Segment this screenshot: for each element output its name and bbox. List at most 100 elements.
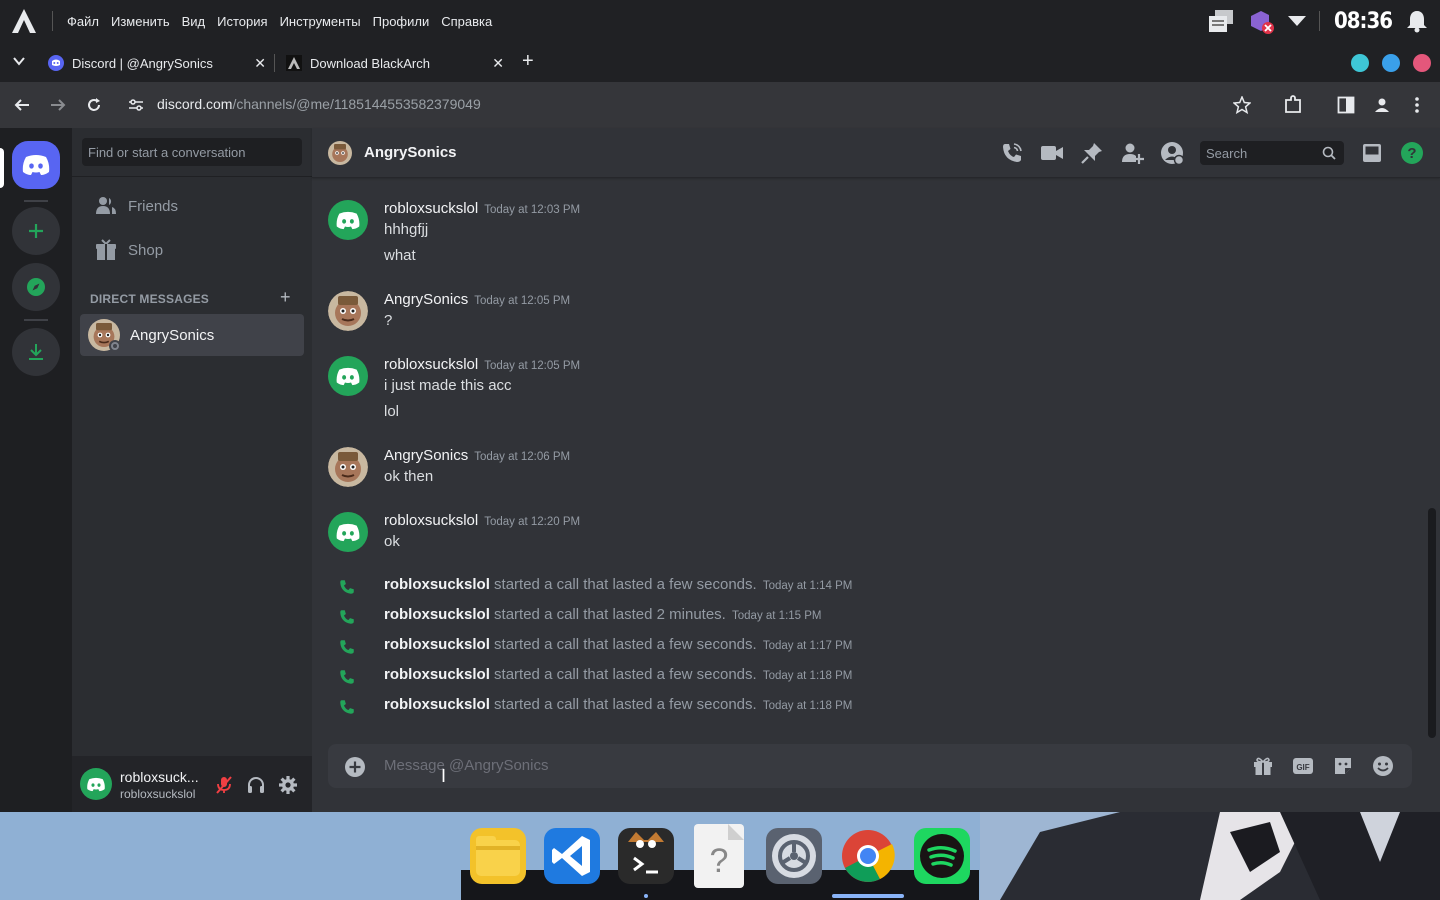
message-author[interactable]: robloxsuckslol <box>384 512 478 529</box>
browser-menu-kebab-icon[interactable] <box>1414 96 1420 114</box>
reload-icon[interactable] <box>86 97 102 113</box>
chat-scrollbar[interactable] <box>1428 508 1436 738</box>
visual-studio-tray-icon[interactable] <box>1247 7 1275 35</box>
call-text: started a call that lasted a few seconds… <box>494 696 757 713</box>
tab-discord[interactable]: Discord | @AngrySonics ✕ <box>40 46 272 80</box>
notifications-bell-icon[interactable] <box>1406 9 1428 33</box>
avatar[interactable] <box>328 512 368 552</box>
mute-mic-icon[interactable] <box>214 775 234 795</box>
menu-help[interactable]: Справка <box>435 14 498 29</box>
url-field[interactable]: discord.com/channels/@me/118514455358237… <box>157 96 481 112</box>
extensions-puzzle-icon[interactable] <box>1283 95 1303 115</box>
dropdown-arrow-icon[interactable] <box>1287 15 1307 27</box>
headphones-icon[interactable] <box>246 775 266 795</box>
new-tab-plus-icon[interactable]: + <box>522 50 534 73</box>
plus-icon <box>29 224 43 238</box>
gift-icon[interactable] <box>1252 755 1274 777</box>
user-settings-gear-icon[interactable] <box>278 775 298 795</box>
clipboard-icon[interactable] <box>1207 8 1235 34</box>
message-text: hhhgfjj <box>384 221 429 238</box>
avatar[interactable] <box>328 200 368 240</box>
message-author[interactable]: AngrySonics <box>384 291 468 308</box>
message-input[interactable]: Message @AngrySonics <box>384 757 548 774</box>
phone-call-icon <box>338 698 356 716</box>
unknown-app-icon[interactable]: ? <box>694 824 744 888</box>
discord-logo-icon <box>336 211 360 229</box>
create-dm-plus-icon[interactable]: + <box>280 287 291 308</box>
add-server-button[interactable] <box>12 207 60 255</box>
spotify-app-icon[interactable] <box>914 828 970 884</box>
start-voice-call-icon[interactable] <box>1000 141 1024 165</box>
message-author[interactable]: robloxsuckslol <box>384 356 478 373</box>
avatar[interactable] <box>328 447 368 487</box>
menu-file[interactable]: Файл <box>61 14 105 29</box>
tab-blackarch[interactable]: Download BlackArch ✕ <box>278 46 510 80</box>
menu-history[interactable]: История <box>211 14 273 29</box>
chrome-app-icon[interactable] <box>840 828 896 884</box>
side-panel-icon[interactable] <box>1337 96 1355 114</box>
close-tab-icon[interactable]: ✕ <box>254 55 266 72</box>
nav-friends[interactable]: Friends <box>80 185 304 227</box>
back-arrow-icon[interactable] <box>14 97 30 113</box>
sticker-icon[interactable] <box>1332 755 1354 777</box>
avatar[interactable] <box>328 291 368 331</box>
start-video-call-icon[interactable] <box>1040 141 1064 165</box>
avatar[interactable] <box>328 141 352 165</box>
message-text: i just made this acc <box>384 377 512 394</box>
pinned-messages-icon[interactable] <box>1080 141 1104 165</box>
discord-logo-icon <box>336 367 360 385</box>
call-author[interactable]: robloxsuckslol <box>384 606 490 623</box>
gif-picker-icon[interactable]: GIF <box>1292 755 1314 777</box>
settings-app-icon[interactable] <box>766 828 822 884</box>
nav-shop[interactable]: Shop <box>80 229 304 271</box>
avatar[interactable] <box>328 356 368 396</box>
tab-search-chevron-icon[interactable] <box>12 54 26 68</box>
dm-name: AngrySonics <box>130 326 215 344</box>
dm-item-angrysonics[interactable]: AngrySonics <box>80 314 304 356</box>
window-close-button[interactable] <box>1413 54 1431 72</box>
site-settings-icon[interactable] <box>128 98 144 112</box>
user-profile-icon[interactable] <box>1160 141 1184 165</box>
user-username: robloxsuckslol <box>120 787 196 801</box>
call-author[interactable]: robloxsuckslol <box>384 696 490 713</box>
forward-arrow-icon[interactable] <box>50 97 66 113</box>
shop-icon <box>80 239 128 261</box>
user-display-name[interactable]: robloxsuck... <box>120 769 199 785</box>
menu-tools[interactable]: Инструменты <box>274 14 367 29</box>
upload-plus-icon[interactable] <box>344 756 366 778</box>
call-author[interactable]: robloxsuckslol <box>384 666 490 683</box>
explore-servers-button[interactable] <box>12 263 60 311</box>
window-minimize-button[interactable] <box>1351 54 1369 72</box>
files-app-icon[interactable] <box>470 828 526 884</box>
menu-view[interactable]: Вид <box>176 14 212 29</box>
menu-profiles[interactable]: Профили <box>367 14 436 29</box>
message-author[interactable]: robloxsuckslol <box>384 200 478 217</box>
close-tab-icon[interactable]: ✕ <box>492 55 504 72</box>
vscode-app-icon[interactable] <box>544 828 600 884</box>
message-author[interactable]: AngrySonics <box>384 447 468 464</box>
terminal-app-icon[interactable] <box>618 828 674 884</box>
inbox-icon[interactable] <box>1360 141 1384 165</box>
message-timestamp: Today at 12:05 PM <box>484 360 581 372</box>
direct-messages-home-button[interactable] <box>12 141 60 189</box>
find-conversation-button[interactable]: Find or start a conversation <box>82 138 302 166</box>
call-author[interactable]: robloxsuckslol <box>384 576 490 593</box>
menu-edit[interactable]: Изменить <box>105 14 176 29</box>
profile-icon[interactable] <box>1373 96 1391 114</box>
bookmark-star-icon[interactable] <box>1233 96 1251 114</box>
call-timestamp: Today at 1:15 PM <box>732 610 822 622</box>
call-author[interactable]: robloxsuckslol <box>384 636 490 653</box>
add-friends-to-dm-icon[interactable] <box>1120 141 1144 165</box>
emoji-picker-icon[interactable] <box>1372 755 1394 777</box>
arch-logo-icon[interactable] <box>0 0 48 42</box>
channel-title[interactable]: AngrySonics <box>364 144 457 161</box>
help-icon[interactable]: ? <box>1400 141 1424 165</box>
window-maximize-button[interactable] <box>1382 54 1400 72</box>
system-menubar: Файл Изменить Вид История Инструменты Пр… <box>0 0 1440 42</box>
message-header: robloxsuckslol Today at 12:05 PM <box>384 356 580 373</box>
nav-label: Friends <box>128 197 179 215</box>
clock[interactable]: 08:36 <box>1334 9 1393 34</box>
message-text: lol <box>384 403 400 420</box>
download-apps-button[interactable] <box>12 328 60 376</box>
user-avatar[interactable] <box>80 768 112 800</box>
